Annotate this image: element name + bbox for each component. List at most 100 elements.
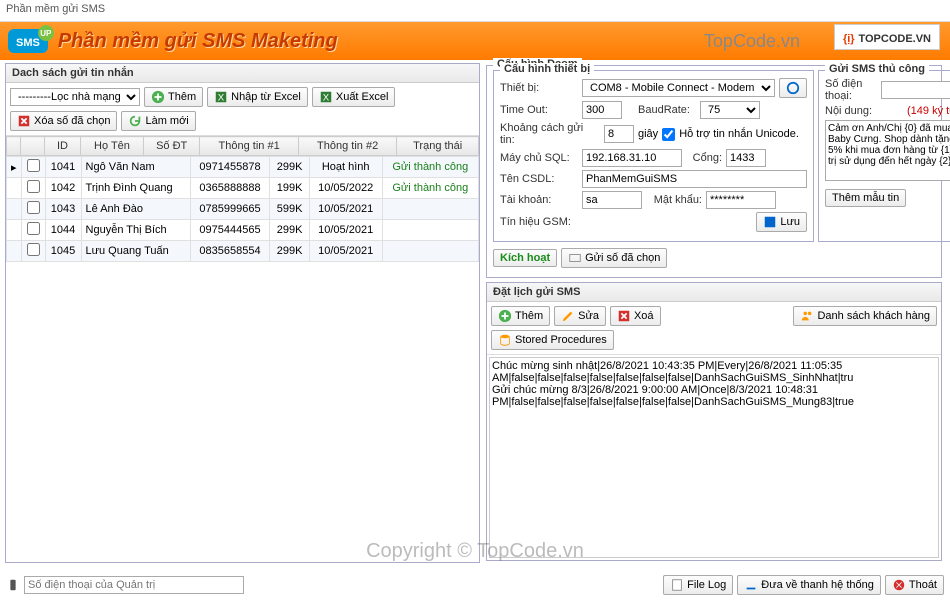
db-label: Tên CSDL: <box>500 173 578 185</box>
port-label: Cổng: <box>686 152 722 164</box>
gsm-label: Tín hiệu GSM: <box>500 216 578 228</box>
schedule-toolbar: Thêm Sửa Xoá Danh sách khách hàng Stored… <box>487 302 941 355</box>
timeout-label: Time Out: <box>500 104 578 116</box>
edit-icon <box>561 309 575 323</box>
contacts-panel: Dach sách gửi tin nhắn ---------Lọc nhà … <box>5 63 480 563</box>
logo-sms: SMSUP <box>8 29 48 53</box>
logo-up-badge: UP <box>38 25 54 41</box>
gap-label: Khoảng cách gửi tin: <box>500 122 600 146</box>
sql-input[interactable] <box>582 149 682 167</box>
schedule-title: Đặt lịch gửi SMS <box>487 283 941 302</box>
to-tray-button[interactable]: Đưa về thanh hệ thống <box>737 575 881 595</box>
manual-content-label: Nội dung: <box>825 105 903 117</box>
table-row[interactable]: 1042Trịnh Đình Quang0365888888199K10/05/… <box>7 178 479 199</box>
send-selected-button[interactable]: Gửi số đã chọn <box>561 248 667 268</box>
db-input[interactable] <box>582 170 807 188</box>
database-icon <box>498 333 512 347</box>
seconds-label: giây <box>638 128 658 140</box>
carrier-filter[interactable]: ---------Lọc nhà mạng--------- <box>10 88 140 106</box>
manual-phone-label: Số điện thoại: <box>825 78 877 102</box>
save-icon <box>763 215 777 229</box>
plus-icon <box>498 309 512 323</box>
topcode-logo: {ị} TOPCODE.VN <box>834 24 940 50</box>
export-excel-button[interactable]: XXuất Excel <box>312 87 396 107</box>
column-header[interactable]: Thông tin #2 <box>298 137 396 156</box>
contacts-title: Dach sách gửi tin nhắn <box>6 64 479 83</box>
user-label: Tài khoản: <box>500 194 578 206</box>
schedule-panel: Đặt lịch gửi SMS Thêm Sửa Xoá Danh sách … <box>486 282 942 561</box>
refresh-icon <box>128 114 142 128</box>
header-banner: SMSUP Phần mềm gửi SMS Maketing TopCode.… <box>0 22 950 60</box>
refresh-icon <box>786 81 800 95</box>
device-refresh-button[interactable] <box>779 78 807 98</box>
topcode-watermark: TopCode.vn <box>704 31 800 52</box>
contacts-table: IDHọ TênSố ĐTThông tin #1Thông tin #2Trạ… <box>6 136 479 156</box>
column-header[interactable] <box>7 137 21 156</box>
pass-label: Mật khẩu: <box>646 194 702 206</box>
window-titlebar: Phần mềm gửi SMS <box>0 0 950 22</box>
port-input[interactable] <box>726 149 766 167</box>
row-checkbox[interactable] <box>27 180 40 193</box>
device-label: Thiết bị: <box>500 82 578 94</box>
row-checkbox[interactable] <box>27 222 40 235</box>
column-header[interactable]: Họ Tên <box>81 137 144 156</box>
row-checkbox[interactable] <box>27 243 40 256</box>
column-header[interactable]: Số ĐT <box>143 137 199 156</box>
excel-export-icon: X <box>319 90 333 104</box>
file-icon <box>670 578 684 592</box>
user-input[interactable] <box>582 191 642 209</box>
add-template-button[interactable]: Thêm mẫu tin <box>825 189 906 207</box>
table-row[interactable]: 1044Nguyễn Thị Bích0975444565299K10/05/2… <box>7 220 479 241</box>
table-row[interactable]: ▸1041Ngô Văn Nam0971455878299KHoạt hìnhG… <box>7 157 479 178</box>
unicode-checkbox[interactable] <box>662 128 675 141</box>
schedule-add-button[interactable]: Thêm <box>491 306 550 326</box>
timeout-input[interactable] <box>582 101 622 119</box>
admin-phone-input[interactable] <box>24 576 244 594</box>
manual-phone-input[interactable] <box>881 81 950 99</box>
schedule-list[interactable]: Chúc mừng sinh nhật|26/8/2021 10:43:35 P… <box>489 357 939 558</box>
unicode-label: Hỗ trợ tin nhắn Unicode. <box>679 128 799 140</box>
refresh-button[interactable]: Làm mới <box>121 111 195 131</box>
plus-icon <box>151 90 165 104</box>
users-icon <box>800 309 814 323</box>
manual-sms-title: Gửi SMS thủ công <box>825 63 929 75</box>
table-row[interactable]: 1045Lưu Quang Tuấn0835658554299K10/05/20… <box>7 241 479 262</box>
add-button[interactable]: Thêm <box>144 87 203 107</box>
delete-selected-button[interactable]: Xóa số đã chọn <box>10 111 117 131</box>
exit-icon <box>892 578 906 592</box>
char-counter: (149 ký tự/1 SMS) <box>907 105 950 117</box>
delete-icon <box>17 114 31 128</box>
column-header[interactable]: Trạng thái <box>397 137 479 156</box>
row-checkbox[interactable] <box>27 201 40 214</box>
baud-label: BaudRate: <box>638 104 696 116</box>
table-row[interactable]: 1043Lê Anh Đào0785999665599K10/05/2021 <box>7 199 479 220</box>
column-header[interactable]: Thông tin #1 <box>200 137 298 156</box>
dcom-config-panel: Cấu hình Dcom Cấu hình thiết bị Thiết bị… <box>486 65 942 278</box>
baud-select[interactable]: 75 <box>700 101 760 119</box>
schedule-delete-button[interactable]: Xoá <box>610 306 661 326</box>
file-log-button[interactable]: File Log <box>663 575 733 595</box>
customers-button[interactable]: Danh sách khách hàng <box>793 306 937 326</box>
exit-button[interactable]: Thoát <box>885 575 944 595</box>
gap-input[interactable] <box>604 125 634 143</box>
pass-input[interactable] <box>706 191 776 209</box>
sql-label: Máy chủ SQL: <box>500 152 578 164</box>
column-header[interactable] <box>21 137 45 156</box>
column-header[interactable]: ID <box>45 137 81 156</box>
mail-icon <box>568 251 582 265</box>
device-select[interactable]: COM8 - Mobile Connect - Modem <box>582 79 775 97</box>
schedule-item[interactable]: Gửi chúc mừng 8/3|26/8/2021 9:00:00 AM|O… <box>492 384 936 408</box>
excel-import-icon: X <box>214 90 228 104</box>
schedule-item[interactable]: Chúc mừng sinh nhật|26/8/2021 10:43:35 P… <box>492 360 936 384</box>
delete-icon <box>617 309 631 323</box>
footer-bar: File Log Đưa về thanh hệ thống Thoát <box>6 573 944 597</box>
import-excel-button[interactable]: XNhập từ Excel <box>207 87 308 107</box>
schedule-edit-button[interactable]: Sửa <box>554 306 606 326</box>
phone-icon <box>6 578 20 592</box>
activate-button[interactable]: Kích hoạt <box>493 249 557 267</box>
stored-procedures-button[interactable]: Stored Procedures <box>491 330 614 350</box>
manual-content-textarea[interactable]: Cảm ơn Anh/Chị {0} đã mua hàng tại Shop … <box>825 120 950 181</box>
row-checkbox[interactable] <box>27 159 40 172</box>
save-config-button[interactable]: Lưu <box>756 212 807 232</box>
minimize-icon <box>744 578 758 592</box>
